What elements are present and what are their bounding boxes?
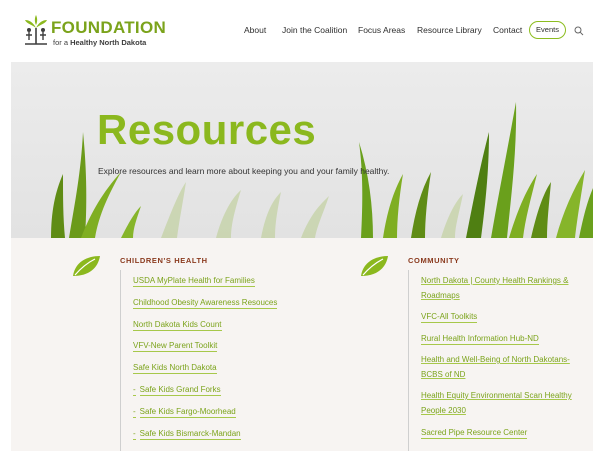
link-label: Safe Kids Bismarck-Mandan — [139, 429, 241, 440]
link-safe-kids-grand-forks[interactable]: - Safe Kids Grand Forks — [133, 382, 221, 397]
site-header: FOUNDATION for a Healthy North Dakota Ab… — [11, 0, 593, 62]
link-label: North Dakota | County Health Rankings & … — [421, 276, 569, 300]
link-rural-health-hub[interactable]: Rural Health Information Hub-ND — [421, 331, 539, 346]
logo-subtitle-prefix: for a — [53, 38, 71, 47]
link-county-health-rankings[interactable]: North Dakota | County Health Rankings & … — [421, 273, 581, 303]
link-label: Health and Well-Being of North Dakotans-… — [421, 355, 570, 379]
nav-resource-library[interactable]: Resource Library — [417, 25, 482, 35]
link-label: Sacred Pipe Resource Center — [421, 428, 528, 439]
link-vfc-toolkits[interactable]: VFC-All Toolkits — [421, 309, 478, 324]
link-vfv-parent-toolkit[interactable]: VFV-New Parent Toolkit — [133, 338, 218, 353]
link-childhood-obesity[interactable]: Childhood Obesity Awareness Resouces — [133, 295, 278, 310]
community-heading: COMMUNITY — [408, 256, 460, 265]
nav-about[interactable]: About — [244, 25, 266, 35]
link-label: Rural Health Information Hub-ND — [421, 334, 539, 345]
column-divider — [120, 270, 121, 451]
nav-join-coalition[interactable]: Join the Coalition — [282, 25, 347, 35]
logo-link[interactable]: FOUNDATION for a Healthy North Dakota — [23, 14, 167, 50]
link-label: Childhood Obesity Awareness Resouces — [133, 298, 278, 309]
column-divider — [408, 270, 409, 451]
list-dash: - — [133, 385, 136, 396]
link-health-equity-scan[interactable]: Health Equity Environmental Scan Healthy… — [421, 388, 581, 418]
page-title: Resources — [97, 106, 317, 153]
logo-title: FOUNDATION — [51, 18, 167, 37]
hero-banner: Resources Explore resources and learn mo… — [11, 62, 593, 238]
list-dash: - — [133, 407, 136, 418]
link-label: USDA MyPlate Health for Families — [133, 276, 255, 287]
page-frame: FOUNDATION for a Healthy North Dakota Ab… — [11, 0, 593, 451]
logo-subtitle-bold: Healthy North Dakota — [70, 38, 147, 47]
events-button[interactable]: Events — [529, 21, 566, 39]
hero-subtitle: Explore resources and learn more about k… — [98, 166, 390, 176]
nav-contact[interactable]: Contact — [493, 25, 522, 35]
link-label: North Dakota Kids Count — [133, 320, 222, 331]
link-nd-kids-count[interactable]: North Dakota Kids Count — [133, 317, 222, 332]
link-label: Safe Kids North Dakota — [133, 363, 217, 374]
logo-subtitle: for a Healthy North Dakota — [53, 38, 146, 47]
link-label: Safe Kids Grand Forks — [139, 385, 221, 396]
childrens-health-heading: CHILDREN'S HEALTH — [120, 256, 208, 265]
link-safe-kids-fargo[interactable]: - Safe Kids Fargo-Moorhead — [133, 404, 236, 419]
link-label: VFV-New Parent Toolkit — [133, 341, 218, 352]
leaf-icon — [73, 256, 100, 276]
link-sacred-pipe[interactable]: Sacred Pipe Resource Center — [421, 425, 528, 440]
list-dash: - — [133, 429, 136, 440]
link-label: Health Equity Environmental Scan Healthy… — [421, 391, 572, 415]
leaf-icon — [361, 256, 388, 276]
link-bcbs-well-being[interactable]: Health and Well-Being of North Dakotans-… — [421, 352, 581, 382]
link-safe-kids-nd[interactable]: Safe Kids North Dakota — [133, 360, 217, 375]
link-usda-myplate[interactable]: USDA MyPlate Health for Families — [133, 273, 255, 288]
resources-content: CHILDREN'S HEALTH USDA MyPlate Health fo… — [11, 238, 593, 451]
link-safe-kids-bismarck[interactable]: - Safe Kids Bismarck-Mandan — [133, 426, 241, 441]
nav-focus-areas[interactable]: Focus Areas — [358, 25, 405, 35]
search-icon[interactable] — [574, 26, 584, 36]
link-label: VFC-All Toolkits — [421, 312, 478, 323]
logo-icon — [25, 15, 47, 45]
link-label: Safe Kids Fargo-Moorhead — [139, 407, 236, 418]
